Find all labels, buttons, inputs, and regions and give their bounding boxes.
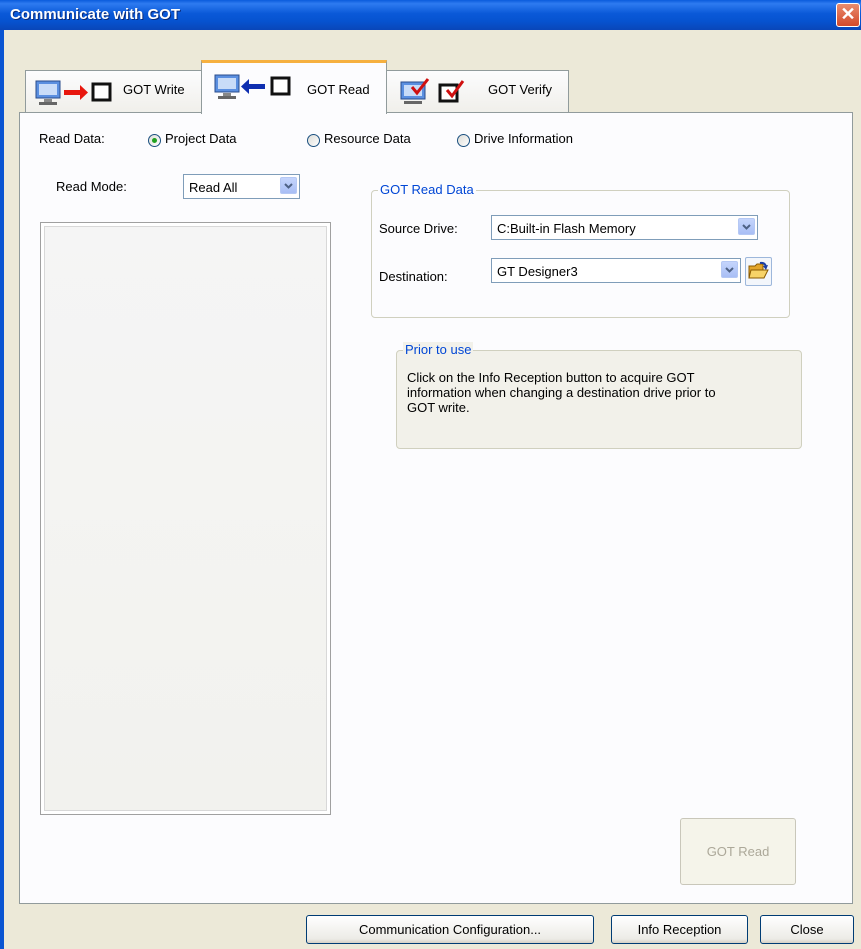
title-bar[interactable]: Communicate with GOT ✕ xyxy=(0,0,861,30)
read-data-label: Read Data: xyxy=(39,131,105,146)
prior-to-use-group: Prior to use Click on the Info Reception… xyxy=(396,342,802,449)
drive-information-radio[interactable] xyxy=(457,134,470,147)
prior-to-use-title: Prior to use xyxy=(403,342,474,357)
prior-to-use-text: Click on the Info Reception button to ac… xyxy=(407,370,716,415)
close-button[interactable]: Close xyxy=(760,915,854,944)
chevron-down-icon[interactable] xyxy=(721,261,738,278)
read-mode-value: Read All xyxy=(189,180,238,195)
resource-data-label[interactable]: Resource Data xyxy=(324,131,411,146)
destination-select[interactable]: GT Designer3 xyxy=(491,258,741,283)
destination-label: Destination: xyxy=(379,269,448,284)
window-frame xyxy=(0,30,4,949)
read-mode-label: Read Mode: xyxy=(56,179,127,194)
tab-label: GOT Read xyxy=(307,82,370,97)
folder-open-icon xyxy=(748,261,769,284)
destination-value: GT Designer3 xyxy=(497,264,578,279)
source-drive-label: Source Drive: xyxy=(379,221,458,236)
got-read-data-title: GOT Read Data xyxy=(378,182,476,197)
got-read-data-group: GOT Read Data Source Drive: C:Built-in F… xyxy=(371,182,790,318)
tab-got-verify[interactable]: GOT Verify xyxy=(386,70,569,113)
window-title: Communicate with GOT xyxy=(10,6,181,23)
tree-content-area xyxy=(44,226,327,811)
prior-line: information when changing a destination … xyxy=(407,385,716,400)
tab-label: GOT Verify xyxy=(488,82,553,97)
close-icon: ✕ xyxy=(840,4,856,24)
radio-selected-dot xyxy=(152,138,157,143)
read-mode-select[interactable]: Read All xyxy=(183,174,300,199)
resource-data-radio[interactable] xyxy=(307,134,320,147)
pc-to-got-icon xyxy=(35,79,115,110)
source-drive-select[interactable]: C:Built-in Flash Memory xyxy=(491,215,758,240)
info-reception-button[interactable]: Info Reception xyxy=(611,915,748,944)
browse-button[interactable] xyxy=(745,257,772,286)
chevron-down-icon[interactable] xyxy=(738,218,755,235)
read-data-tree[interactable] xyxy=(40,222,331,815)
prior-line: Click on the Info Reception button to ac… xyxy=(407,370,695,385)
project-data-radio[interactable] xyxy=(148,134,161,147)
tab-got-write[interactable]: GOT Write xyxy=(25,70,202,113)
prior-line: GOT write. xyxy=(407,400,470,415)
drive-information-label[interactable]: Drive Information xyxy=(474,131,573,146)
got-to-pc-icon xyxy=(214,73,294,104)
communication-configuration-button[interactable]: Communication Configuration... xyxy=(306,915,594,944)
chevron-down-icon[interactable] xyxy=(280,177,297,194)
verify-icon xyxy=(400,78,470,109)
tab-label: GOT Write xyxy=(123,82,185,97)
got-read-button[interactable]: GOT Read xyxy=(680,818,796,885)
communicate-dialog: Communicate with GOT ✕ GOT Write GOT Ver… xyxy=(0,0,861,949)
got-read-panel: Read Data: Project Data Resource Data Dr… xyxy=(19,112,853,904)
project-data-label[interactable]: Project Data xyxy=(165,131,237,146)
tab-got-read[interactable]: GOT Read xyxy=(201,60,387,114)
window-close-button[interactable]: ✕ xyxy=(836,3,860,27)
source-drive-value: C:Built-in Flash Memory xyxy=(497,221,636,236)
